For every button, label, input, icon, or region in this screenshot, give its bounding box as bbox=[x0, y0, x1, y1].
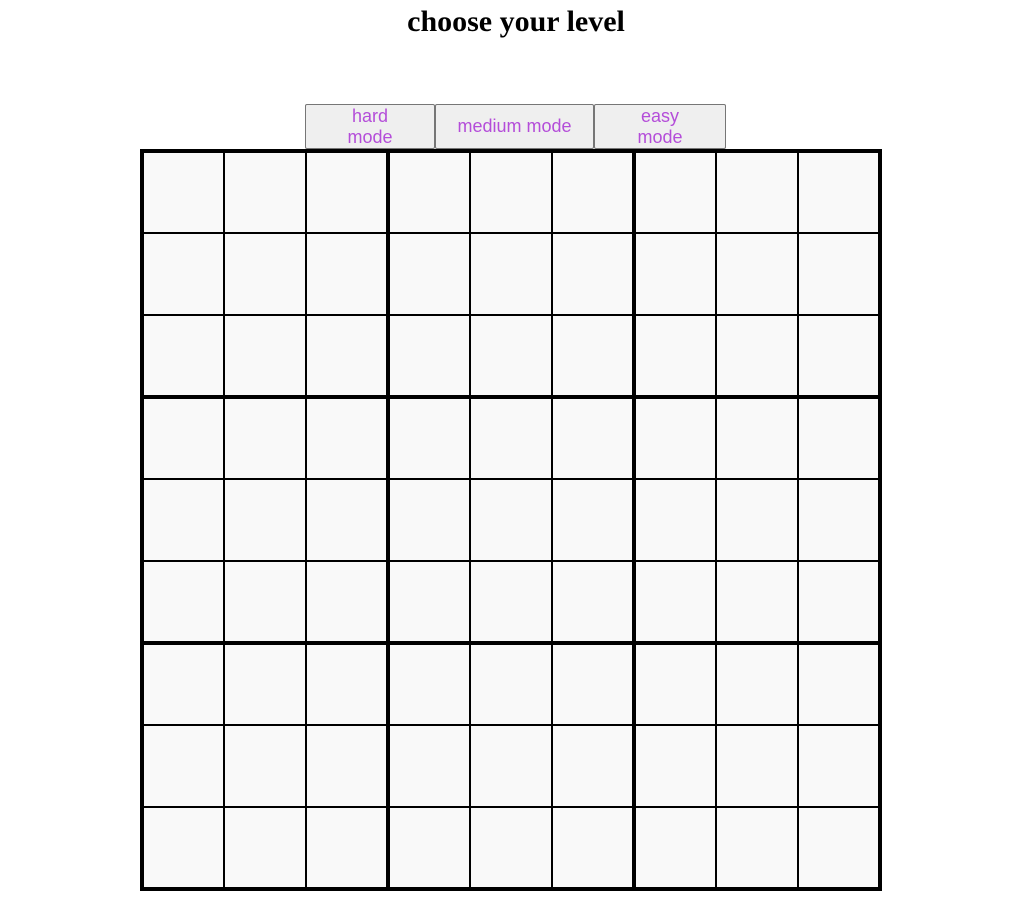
board-cell[interactable] bbox=[797, 314, 881, 399]
board-cell[interactable] bbox=[223, 232, 307, 316]
board-cell[interactable] bbox=[141, 232, 225, 316]
level-button-group: hard mode medium mode easy mode bbox=[305, 104, 726, 149]
board-cell[interactable] bbox=[305, 314, 390, 399]
board-cell[interactable] bbox=[469, 232, 553, 316]
board-cell[interactable] bbox=[141, 560, 225, 645]
board-cell[interactable] bbox=[305, 806, 390, 890]
board-cell[interactable] bbox=[387, 806, 471, 890]
board-cell[interactable] bbox=[551, 232, 636, 316]
board-cell[interactable] bbox=[797, 396, 881, 480]
board-cell[interactable] bbox=[551, 724, 636, 808]
board-cell[interactable] bbox=[387, 724, 471, 808]
board-cell[interactable] bbox=[633, 642, 717, 726]
board-cell[interactable] bbox=[797, 150, 881, 234]
board-cell[interactable] bbox=[797, 232, 881, 316]
board-cell[interactable] bbox=[797, 724, 881, 808]
page-title: choose your level bbox=[407, 5, 625, 38]
board-cell[interactable] bbox=[633, 150, 717, 234]
board-cell[interactable] bbox=[715, 642, 799, 726]
board-row bbox=[141, 314, 881, 399]
board-cell[interactable] bbox=[223, 642, 307, 726]
board-cell[interactable] bbox=[223, 314, 307, 399]
board-cell[interactable] bbox=[797, 642, 881, 726]
board-cell[interactable] bbox=[223, 396, 307, 480]
board-cell[interactable] bbox=[633, 396, 717, 480]
board-row bbox=[141, 642, 881, 726]
board-row bbox=[141, 150, 881, 234]
board-cell[interactable] bbox=[715, 478, 799, 562]
board-cell[interactable] bbox=[551, 806, 636, 890]
board-cell[interactable] bbox=[633, 478, 717, 562]
board-cell[interactable] bbox=[469, 396, 553, 480]
board-cell[interactable] bbox=[633, 560, 717, 645]
board-cell[interactable] bbox=[223, 560, 307, 645]
board-cell[interactable] bbox=[715, 396, 799, 480]
board-cell[interactable] bbox=[305, 396, 390, 480]
board-row bbox=[141, 806, 881, 890]
board-cell[interactable] bbox=[223, 478, 307, 562]
board-cell[interactable] bbox=[551, 150, 636, 234]
board-cell[interactable] bbox=[633, 724, 717, 808]
easy-mode-button[interactable]: easy mode bbox=[594, 104, 726, 149]
board-row bbox=[141, 724, 881, 808]
board-cell[interactable] bbox=[797, 560, 881, 645]
hard-mode-button[interactable]: hard mode bbox=[305, 104, 435, 149]
board-cell[interactable] bbox=[305, 478, 390, 562]
board-cell[interactable] bbox=[141, 724, 225, 808]
board-cell[interactable] bbox=[469, 724, 553, 808]
board-cell[interactable] bbox=[387, 396, 471, 480]
sudoku-board bbox=[140, 149, 882, 891]
board-row bbox=[141, 560, 881, 645]
board-cell[interactable] bbox=[551, 478, 636, 562]
board-cell[interactable] bbox=[469, 642, 553, 726]
board-row bbox=[141, 396, 881, 480]
board-cell[interactable] bbox=[387, 314, 471, 399]
board-cell[interactable] bbox=[797, 806, 881, 890]
board-cell[interactable] bbox=[305, 724, 390, 808]
board-cell[interactable] bbox=[387, 560, 471, 645]
board-cell[interactable] bbox=[305, 150, 390, 234]
board-cell[interactable] bbox=[387, 232, 471, 316]
board-cell[interactable] bbox=[715, 150, 799, 234]
board-cell[interactable] bbox=[305, 560, 390, 645]
board-cell[interactable] bbox=[141, 642, 225, 726]
board-row bbox=[141, 478, 881, 562]
board-cell[interactable] bbox=[551, 642, 636, 726]
board-cell[interactable] bbox=[469, 314, 553, 399]
board-cell[interactable] bbox=[141, 150, 225, 234]
board-cell[interactable] bbox=[551, 314, 636, 399]
board-cell[interactable] bbox=[715, 806, 799, 890]
board-cell[interactable] bbox=[715, 724, 799, 808]
board-cell[interactable] bbox=[223, 150, 307, 234]
board-cell[interactable] bbox=[469, 560, 553, 645]
board-cell[interactable] bbox=[223, 806, 307, 890]
board-row bbox=[141, 232, 881, 316]
medium-mode-button[interactable]: medium mode bbox=[435, 104, 594, 149]
board-cell[interactable] bbox=[797, 478, 881, 562]
board-cell[interactable] bbox=[387, 150, 471, 234]
board-cell[interactable] bbox=[387, 642, 471, 726]
board-cell[interactable] bbox=[141, 806, 225, 890]
board-cell[interactable] bbox=[141, 478, 225, 562]
board-cell[interactable] bbox=[305, 642, 390, 726]
board-cell[interactable] bbox=[551, 396, 636, 480]
board-cell[interactable] bbox=[469, 478, 553, 562]
board-cell[interactable] bbox=[633, 232, 717, 316]
board-cell[interactable] bbox=[141, 396, 225, 480]
board-cell[interactable] bbox=[715, 314, 799, 399]
board-cell[interactable] bbox=[715, 232, 799, 316]
board-cell[interactable] bbox=[469, 150, 553, 234]
board-cell[interactable] bbox=[141, 314, 225, 399]
board-cell[interactable] bbox=[715, 560, 799, 645]
board-cell[interactable] bbox=[223, 724, 307, 808]
board-cell[interactable] bbox=[633, 806, 717, 890]
board-cell[interactable] bbox=[305, 232, 390, 316]
board-cell[interactable] bbox=[633, 314, 717, 399]
board-cell[interactable] bbox=[551, 560, 636, 645]
board-cell[interactable] bbox=[387, 478, 471, 562]
board-cell[interactable] bbox=[469, 806, 553, 890]
